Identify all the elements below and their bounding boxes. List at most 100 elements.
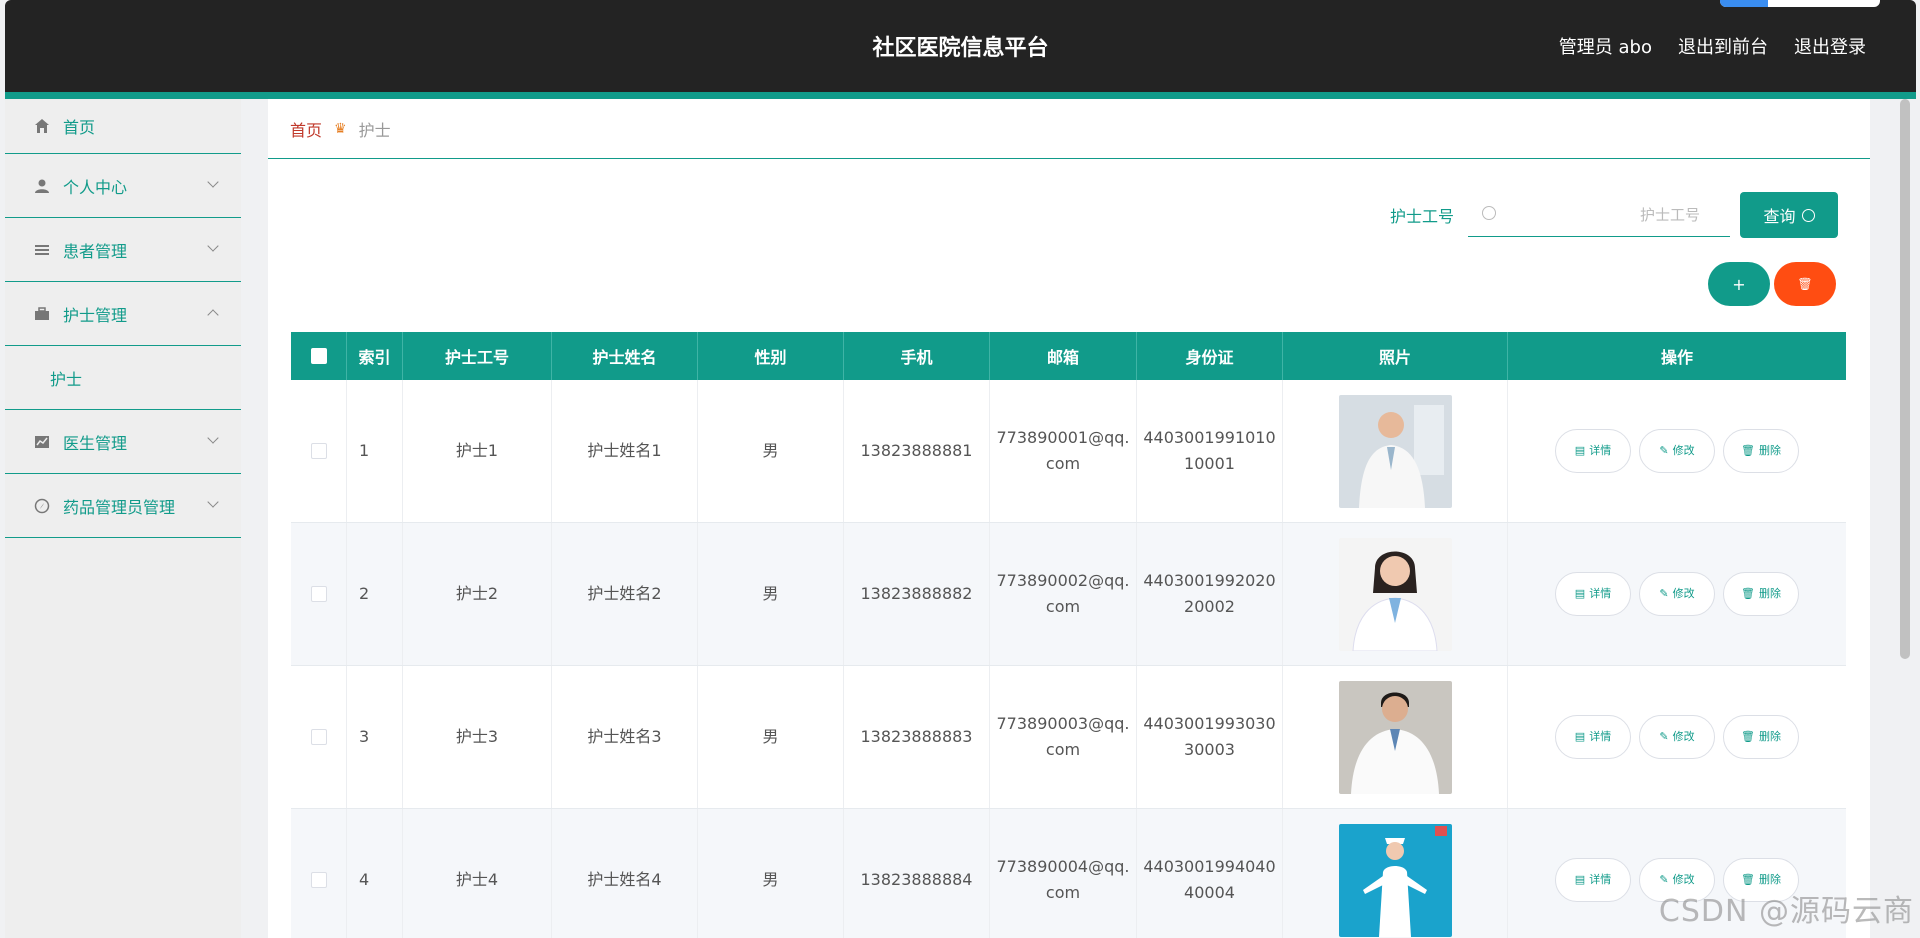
remove-button[interactable]: 🗑 删除 — [1723, 572, 1799, 616]
search-icon — [1801, 208, 1815, 222]
edit-button[interactable]: ✎ 修改 — [1639, 429, 1715, 473]
pencil-icon: ✎ — [1659, 730, 1669, 743]
cell-email: 773890003@qq.com — [990, 666, 1137, 808]
detail-button[interactable]: ▤ 详情 — [1555, 429, 1631, 473]
search-bar: 护士工号 查询 — [1390, 192, 1838, 238]
row-select-cell — [291, 809, 347, 938]
cell-phone: 13823888883 — [844, 666, 990, 808]
top-pill-indicator — [1720, 0, 1880, 7]
cell-index: 3 — [347, 666, 403, 808]
detail-button[interactable]: ▤ 详情 — [1555, 715, 1631, 759]
col-header-ops: 操作 — [1660, 348, 1693, 367]
home-icon — [33, 117, 51, 135]
cell-index: 2 — [347, 523, 403, 665]
search-label: 护士工号 — [1389, 207, 1454, 226]
cell-gender: 男 — [698, 666, 844, 808]
search-button[interactable]: 查询 — [1740, 192, 1838, 238]
watermark: CSDN @源码云商 — [1658, 894, 1914, 929]
crown-icon: ♛ — [334, 120, 347, 137]
sidebar-item-personal[interactable]: 个人中心 — [5, 154, 241, 218]
trash-icon: 🗑 — [1741, 730, 1755, 743]
sidebar-item-home[interactable]: 首页 — [5, 99, 241, 154]
col-header-index: 索引 — [347, 332, 403, 380]
breadcrumb-home[interactable]: 首页 — [290, 117, 322, 141]
sidebar-item-nurses[interactable]: 护士管理 — [5, 282, 241, 346]
col-header-idcard: 身份证 — [1137, 332, 1283, 380]
cell-photo — [1283, 666, 1508, 808]
detail-button[interactable]: ▤ 详情 — [1555, 858, 1631, 902]
cell-no: 护士4 — [403, 809, 552, 938]
nurse-photo — [1338, 680, 1452, 794]
chevron-down-icon — [207, 432, 219, 444]
search-input[interactable] — [1508, 203, 1700, 227]
chevron-down-icon — [207, 176, 219, 188]
col-header-phone: 手机 — [844, 332, 990, 380]
header-actions: 管理员 abo 退出到前台 退出登录 — [1559, 33, 1866, 59]
logout-link[interactable]: 退出登录 — [1794, 33, 1866, 59]
cell-name: 护士姓名4 — [552, 809, 698, 938]
top-header: 社区医院信息平台 管理员 abo 退出到前台 退出登录 — [5, 0, 1916, 92]
cell-ops: ▤ 详情 ✎ 修改 🗑 删除 — [1508, 523, 1846, 665]
sidebar-item-label: 患者管理 — [63, 241, 128, 261]
exit-to-front-link[interactable]: 退出到前台 — [1678, 33, 1768, 59]
chevron-down-icon — [207, 496, 219, 508]
table-row: 4 护士4 护士姓名4 男 13823888884 773890004@qq.c… — [291, 809, 1846, 938]
breadcrumb: 首页 ♛ 护士 — [268, 99, 1870, 159]
nurse-photo — [1338, 394, 1452, 508]
cell-email: 773890001@qq.com — [990, 380, 1137, 522]
table-row: 3 护士3 护士姓名3 男 13823888883 773890003@qq.c… — [291, 666, 1846, 809]
sidebar-item-doctors[interactable]: 医生管理 — [5, 410, 241, 474]
col-header-gender: 性别 — [698, 332, 844, 380]
cell-no: 护士1 — [403, 380, 552, 522]
nurse-table: 索引 护士工号 护士姓名 性别 手机 邮箱 身份证 照片 操作 1 护士1 护士… — [291, 332, 1846, 938]
row-checkbox[interactable] — [310, 443, 327, 459]
add-button[interactable]: + — [1708, 262, 1770, 306]
pencil-icon: ✎ — [1659, 444, 1669, 457]
admin-label[interactable]: 管理员 abo — [1559, 33, 1652, 59]
cell-phone: 13823888882 — [844, 523, 990, 665]
detail-button[interactable]: ▤ 详情 — [1555, 572, 1631, 616]
row-checkbox[interactable] — [310, 729, 327, 745]
table-row: 1 护士1 护士姓名1 男 13823888881 773890001@qq.c… — [291, 380, 1846, 523]
remove-button[interactable]: 🗑 删除 — [1723, 715, 1799, 759]
cell-name: 护士姓名3 — [552, 666, 698, 808]
col-header-photo: 照片 — [1283, 332, 1508, 380]
edit-button[interactable]: ✎ 修改 — [1639, 715, 1715, 759]
chevron-down-icon — [207, 240, 219, 252]
cell-phone: 13823888881 — [844, 380, 990, 522]
edit-button[interactable]: ✎ 修改 — [1639, 572, 1715, 616]
user-icon — [33, 177, 51, 195]
sidebar-item-patients[interactable]: 患者管理 — [5, 218, 241, 282]
select-all-checkbox[interactable] — [310, 348, 327, 364]
cell-photo — [1283, 523, 1508, 665]
cell-name: 护士姓名2 — [552, 523, 698, 665]
sidebar-item-label: 护士管理 — [63, 305, 128, 325]
bulk-actions: + 🗑 — [1708, 262, 1836, 306]
row-checkbox[interactable] — [310, 872, 327, 888]
cell-no: 护士2 — [403, 523, 552, 665]
sidebar: 首页 个人中心 患者管理 护士管理 护士 医生管理 药品管理员管理 — [5, 99, 241, 938]
col-header-name: 护士姓名 — [552, 332, 698, 380]
sidebar-subitem-nurse[interactable]: 护士 — [5, 346, 241, 410]
chevron-up-icon — [207, 309, 219, 321]
sidebar-item-pharmacy-admins[interactable]: 药品管理员管理 — [5, 474, 241, 538]
breadcrumb-current: 护士 — [358, 120, 391, 140]
delete-button[interactable]: 🗑 — [1774, 262, 1836, 306]
vertical-scrollbar[interactable] — [1900, 99, 1910, 659]
cell-idcard: 440300199404040004 — [1137, 809, 1283, 938]
search-icon — [1482, 206, 1496, 220]
cell-ops: ▤ 详情 ✎ 修改 🗑 删除 — [1508, 666, 1846, 808]
nurse-photo — [1338, 823, 1452, 937]
nurse-photo — [1338, 537, 1452, 651]
briefcase-icon — [33, 305, 51, 323]
row-checkbox[interactable] — [310, 586, 327, 602]
remove-button[interactable]: 🗑 删除 — [1723, 429, 1799, 473]
cell-gender: 男 — [698, 380, 844, 522]
cell-idcard: 440300199101010001 — [1137, 380, 1283, 522]
cell-phone: 13823888884 — [844, 809, 990, 938]
sidebar-item-label: 个人中心 — [63, 177, 128, 197]
table-header: 索引 护士工号 护士姓名 性别 手机 邮箱 身份证 照片 操作 — [291, 332, 1846, 380]
cell-idcard: 440300199202020002 — [1137, 523, 1283, 665]
document-icon: ▤ — [1574, 873, 1586, 886]
cell-email: 773890004@qq.com — [990, 809, 1137, 938]
